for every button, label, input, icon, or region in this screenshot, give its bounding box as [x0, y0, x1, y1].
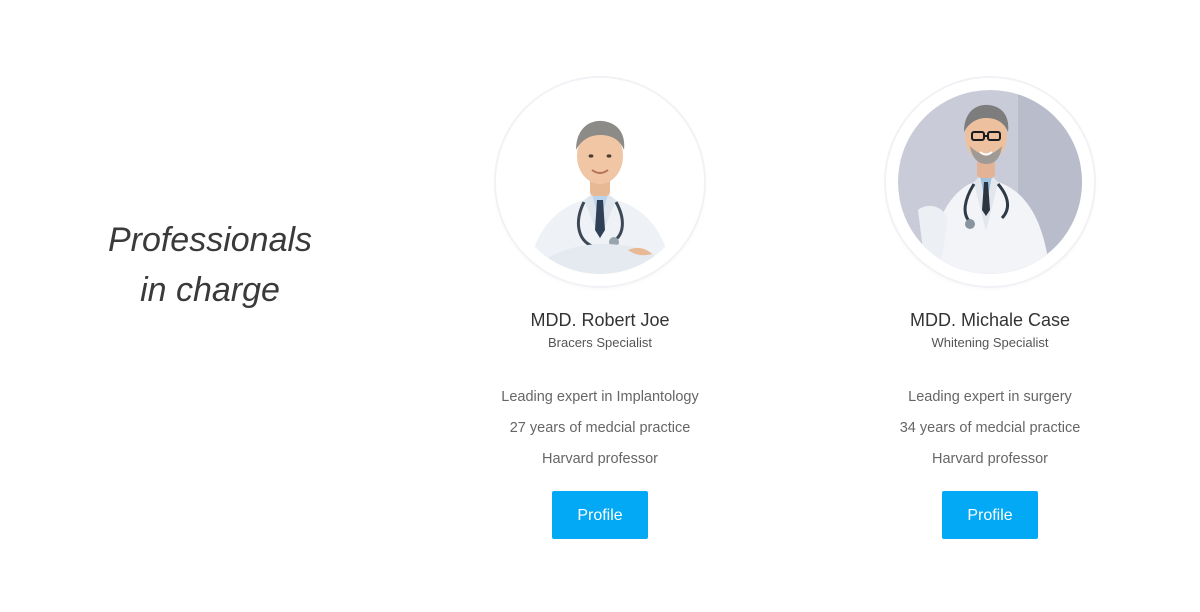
section-title-line-1: Professionals	[107, 221, 313, 259]
doctor-card-robert-joe: MDD. Robert Joe Bracers Specialist Leadi…	[470, 78, 730, 539]
doctor-role: Whitening Specialist	[931, 335, 1049, 350]
doctor-fact: Leading expert in Implantology	[501, 389, 699, 405]
doctor-fact: Harvard professor	[931, 451, 1049, 467]
doctor-fact: 27 years of medcial practice	[509, 420, 691, 436]
profile-button-robert-joe[interactable]: Profile	[552, 491, 648, 539]
doctor-fact: Leading expert in surgery	[908, 389, 1072, 405]
profile-button-michale-case[interactable]: Profile	[942, 491, 1038, 539]
section-title: Professionals in charge	[80, 215, 340, 315]
doctor-fact: Harvard professor	[541, 451, 659, 467]
section-title-line-2: in charge	[140, 271, 280, 309]
doctor-photo-michale-case	[898, 90, 1082, 274]
doctor-fact: 34 years of medcial practice	[899, 420, 1081, 436]
doctor-facts-list: Leading expert in surgery 34 years of me…	[860, 382, 1120, 475]
doctor-portrait-icon	[508, 90, 692, 274]
doctor-facts-list: Leading expert in Implantology 27 years …	[470, 382, 730, 475]
avatar-frame	[886, 78, 1094, 286]
doctor-card-michale-case: MDD. Michale Case Whitening Specialist L…	[860, 78, 1120, 539]
doctor-name: MDD. Robert Joe	[530, 310, 670, 330]
avatar-frame	[496, 78, 704, 286]
doctor-portrait-icon	[898, 90, 1082, 274]
doctor-name: MDD. Michale Case	[909, 310, 1071, 330]
doctor-role: Bracers Specialist	[547, 335, 653, 350]
doctor-photo-robert-joe	[508, 90, 692, 274]
